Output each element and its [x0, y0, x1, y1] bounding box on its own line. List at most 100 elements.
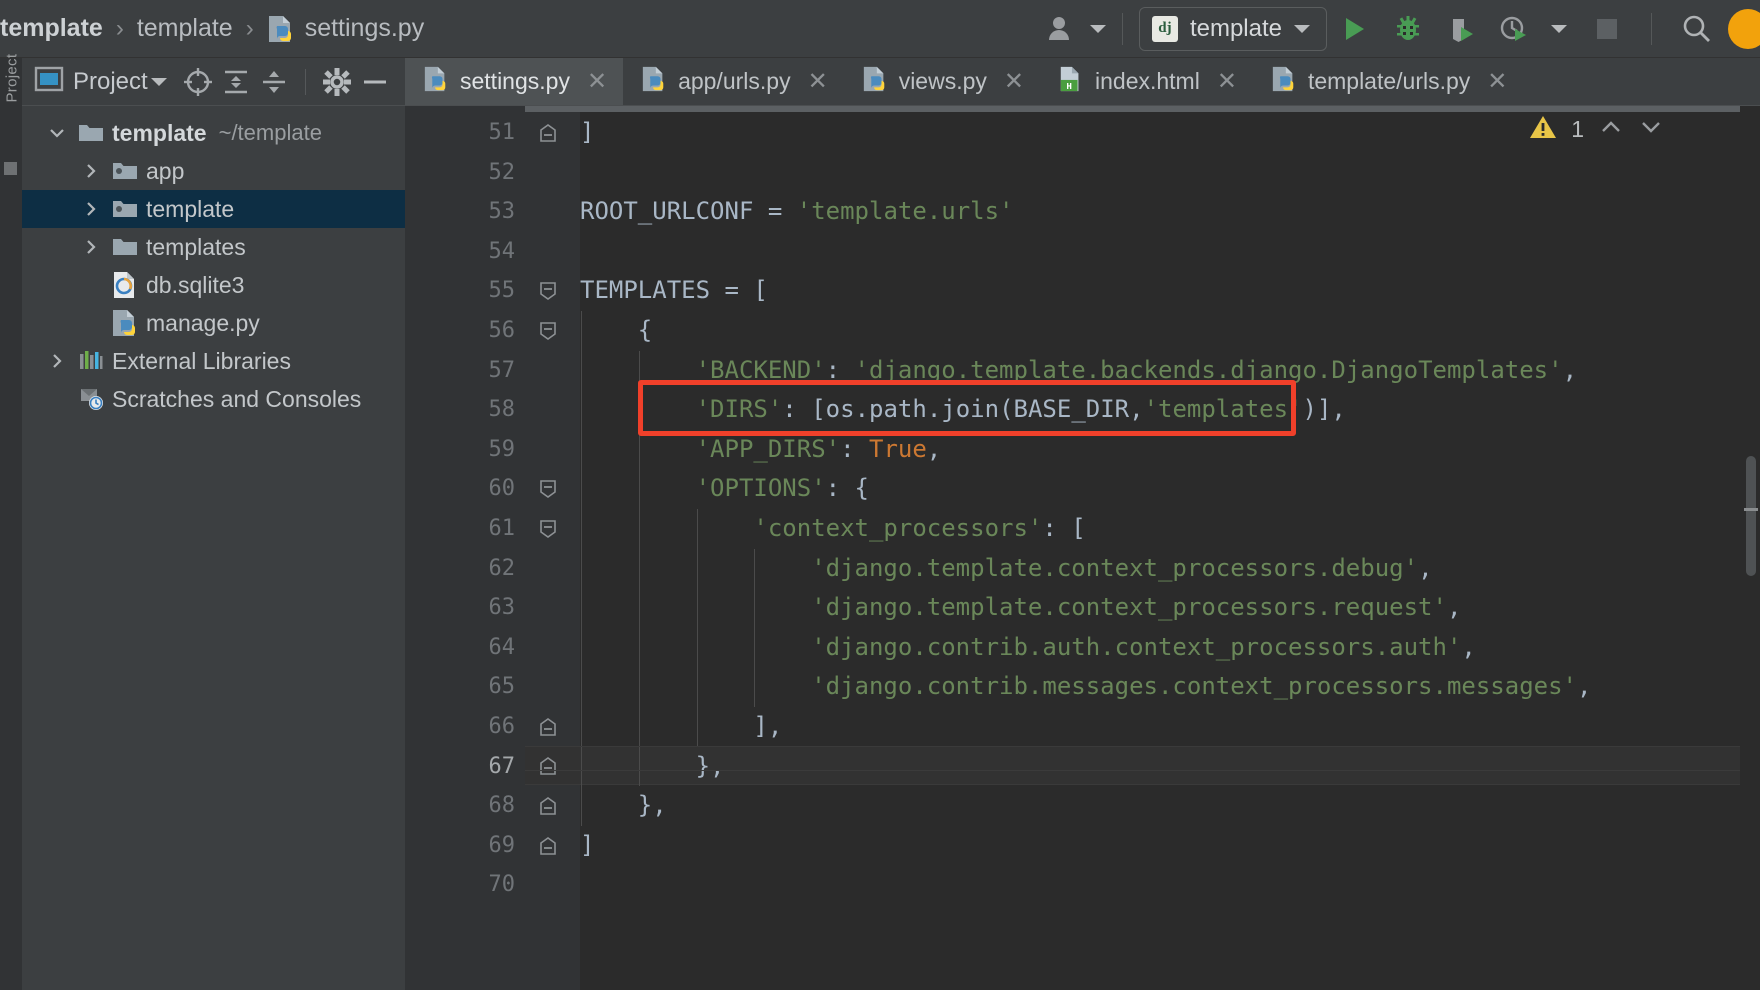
- chevron-right-icon[interactable]: [40, 351, 74, 371]
- chevron-down-icon[interactable]: [1638, 117, 1664, 143]
- expand-all-button[interactable]: [217, 63, 255, 101]
- user-accounts-icon[interactable]: [1048, 14, 1106, 44]
- editor-tab-settings-py[interactable]: settings.py ✕: [405, 58, 624, 105]
- code-line[interactable]: 'BACKEND': 'django.template.backends.dja…: [696, 351, 1577, 391]
- code-line[interactable]: 'OPTIONS': {: [696, 469, 869, 509]
- profile-dropdown[interactable]: [1539, 24, 1579, 33]
- code-token: 'templates': [1143, 395, 1303, 424]
- editor-top-scroll-indicator[interactable]: [525, 106, 1760, 112]
- indent-guide: [581, 469, 582, 509]
- code-line[interactable]: 'django.contrib.messages.context_process…: [811, 667, 1591, 707]
- indent-guide: [638, 627, 640, 668]
- code-line[interactable]: },: [696, 747, 725, 787]
- tree-item-template-module[interactable]: template: [22, 190, 405, 228]
- close-icon[interactable]: ✕: [1487, 67, 1507, 96]
- scrollbar-thumb[interactable]: [1746, 456, 1756, 576]
- code-token: 'DIRS': [695, 395, 783, 424]
- project-view-title[interactable]: Project: [34, 66, 167, 97]
- run-configuration-selector[interactable]: dj template: [1138, 6, 1327, 51]
- code-editor[interactable]: 51] 52 53 ROOT_URLCONF = 'template.urls' 54 5…: [405, 106, 1760, 990]
- tool-window-label-project[interactable]: Project: [4, 43, 21, 103]
- module-folder-icon: [108, 197, 142, 221]
- line-number: 60: [488, 476, 516, 502]
- fold-collapse-icon[interactable]: [537, 747, 559, 787]
- fold-collapse-icon[interactable]: [537, 113, 559, 153]
- fold-collapse-icon[interactable]: [537, 707, 559, 747]
- debug-button[interactable]: [1381, 14, 1435, 44]
- indent-guide: [754, 548, 756, 589]
- tree-item-db-sqlite3[interactable]: db.sqlite3: [22, 266, 405, 304]
- editor-tab-template-urls-py[interactable]: template/urls.py ✕: [1253, 58, 1523, 105]
- code-line[interactable]: ROOT_URLCONF = 'template.urls': [580, 192, 1014, 232]
- chevron-down-icon[interactable]: [150, 77, 167, 86]
- indent-guide: [754, 627, 756, 668]
- search-everywhere-button[interactable]: [1668, 13, 1724, 45]
- code-token: 'django.template.context_processors.debu…: [811, 553, 1419, 582]
- line-number: 70: [488, 872, 516, 898]
- code-line[interactable]: },: [638, 786, 667, 826]
- chevron-right-icon[interactable]: [74, 161, 108, 181]
- fold-expand-icon[interactable]: [537, 311, 559, 351]
- code-line[interactable]: 'django.template.context_processors.requ…: [811, 588, 1461, 628]
- tree-item-app[interactable]: app: [22, 152, 405, 190]
- stop-button[interactable]: [1579, 16, 1635, 42]
- code-line[interactable]: {: [638, 311, 652, 351]
- indent-guide: [638, 746, 640, 787]
- run-button[interactable]: [1327, 14, 1381, 44]
- scrollbar-marker[interactable]: [1744, 508, 1758, 511]
- code-line[interactable]: 'django.template.context_processors.debu…: [811, 549, 1432, 589]
- fold-collapse-icon[interactable]: [537, 786, 559, 826]
- fold-collapse-icon[interactable]: [537, 826, 559, 866]
- chevron-right-icon[interactable]: [74, 237, 108, 257]
- editor-tab-index-html[interactable]: H index.html ✕: [1040, 58, 1253, 105]
- chevron-up-icon[interactable]: [1598, 117, 1624, 143]
- chevron-down-icon[interactable]: [40, 123, 74, 143]
- structure-tool-icon[interactable]: [4, 162, 17, 175]
- tree-item-external-libraries[interactable]: External Libraries: [22, 342, 405, 380]
- inspection-widget[interactable]: 1: [1529, 114, 1664, 145]
- run-with-coverage-button[interactable]: [1435, 14, 1489, 44]
- code-line[interactable]: ]: [580, 113, 594, 153]
- breadcrumb-item-file[interactable]: settings.py: [305, 14, 425, 43]
- code-token: :: [825, 355, 855, 384]
- editor-tab-views-py[interactable]: views.py ✕: [844, 58, 1040, 105]
- code-line[interactable]: 'DIRS': [os.path.join(BASE_DIR,'template…: [696, 390, 1346, 430]
- code-token: path: [869, 395, 927, 424]
- close-icon[interactable]: ✕: [1004, 67, 1024, 96]
- breadcrumb-item-project[interactable]: template: [0, 14, 103, 43]
- tree-item-manage-py[interactable]: manage.py: [22, 304, 405, 342]
- chevron-right-icon[interactable]: [74, 199, 108, 219]
- tree-item-template-root[interactable]: template ~/template: [22, 114, 405, 152]
- tree-item-templates[interactable]: templates: [22, 228, 405, 266]
- code-line[interactable]: 'context_processors': [: [753, 509, 1085, 549]
- code-token: 'BACKEND': [695, 355, 826, 384]
- code-line[interactable]: TEMPLATES = [: [580, 271, 768, 311]
- select-opened-file-button[interactable]: [179, 63, 217, 101]
- editor-tab-app-urls-py[interactable]: app/urls.py ✕: [623, 58, 844, 105]
- tree-item-scratches-and-consoles[interactable]: Scratches and Consoles: [22, 380, 405, 418]
- notification-badge[interactable]: [1724, 8, 1760, 49]
- close-icon[interactable]: ✕: [1217, 67, 1237, 96]
- indent-guide: [696, 509, 698, 549]
- hide-panel-button[interactable]: [356, 63, 394, 101]
- fold-expand-icon[interactable]: [537, 271, 559, 311]
- collapse-all-button[interactable]: [255, 63, 293, 101]
- close-icon[interactable]: ✕: [808, 67, 828, 96]
- profile-button[interactable]: [1489, 14, 1539, 44]
- settings-button[interactable]: [318, 63, 356, 101]
- editor-vertical-scrollbar[interactable]: [1740, 106, 1760, 990]
- fold-expand-icon[interactable]: [537, 509, 559, 549]
- editor-tab-label: app/urls.py: [678, 68, 791, 94]
- code-line[interactable]: 'django.contrib.auth.context_processors.…: [811, 628, 1476, 668]
- close-icon[interactable]: ✕: [587, 67, 607, 96]
- indent-guide: [581, 707, 582, 747]
- fold-expand-icon[interactable]: [537, 469, 559, 509]
- warning-triangle-icon[interactable]: [1529, 114, 1557, 145]
- breadcrumb-item-folder[interactable]: template: [137, 14, 233, 43]
- code-line[interactable]: ],: [753, 707, 782, 747]
- code-line[interactable]: ]: [580, 826, 594, 866]
- toolbar-divider: [1651, 12, 1652, 45]
- breadcrumb-file-icon-wrap: settings.py: [267, 14, 425, 44]
- code-line[interactable]: 'APP_DIRS': True,: [696, 430, 942, 470]
- indent-guide: [581, 786, 582, 826]
